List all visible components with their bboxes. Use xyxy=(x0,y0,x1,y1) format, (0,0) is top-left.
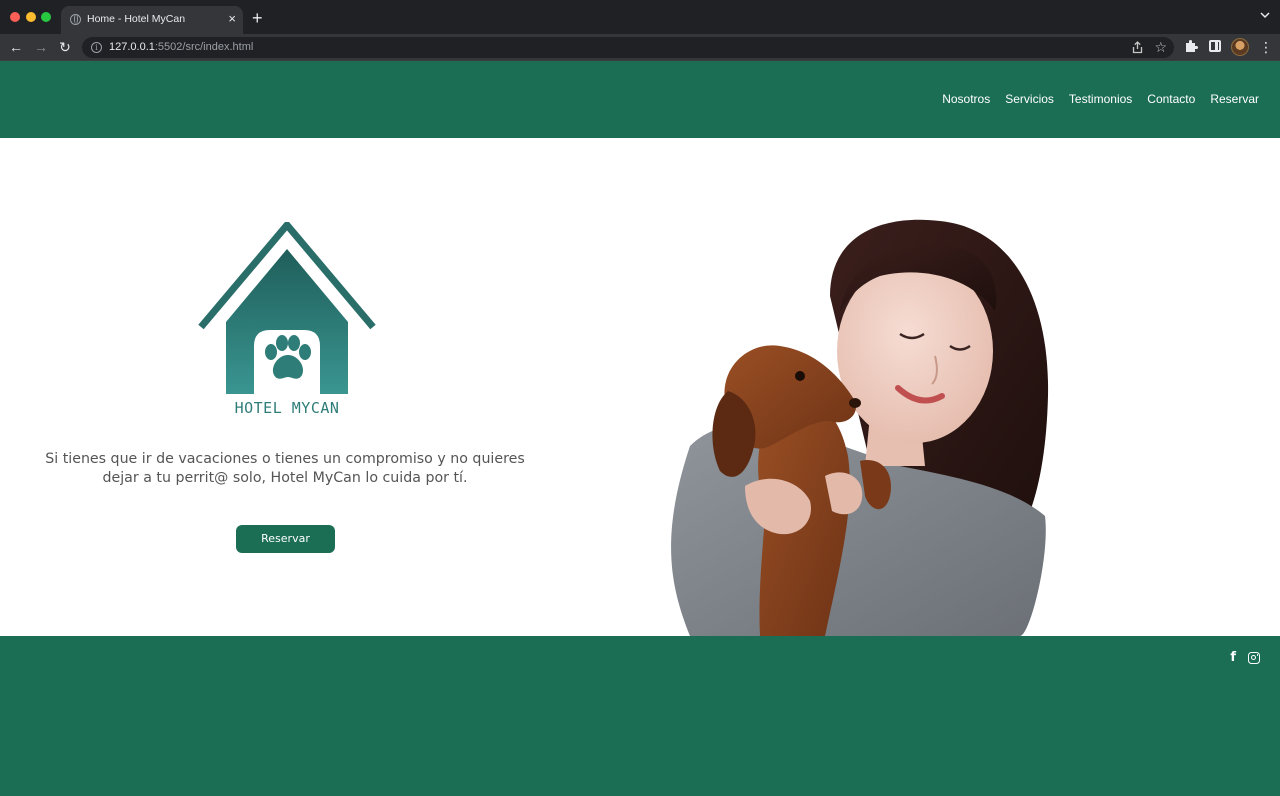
dog-house-icon xyxy=(198,219,376,394)
bookmark-star-icon[interactable]: ☆ xyxy=(1154,39,1167,55)
nav-link-testimonios[interactable]: Testimonios xyxy=(1069,92,1132,106)
close-window-button[interactable] xyxy=(10,12,20,22)
site-footer: f xyxy=(0,636,1280,796)
hotel-mycan-logo: HOTEL MYCAN xyxy=(198,219,376,417)
minimize-window-button[interactable] xyxy=(26,12,36,22)
hero-section: HOTEL MYCAN Si tienes que ir de vacacion… xyxy=(0,138,1280,636)
nav-link-nosotros[interactable]: Nosotros xyxy=(942,92,990,106)
social-links: f xyxy=(1230,651,1260,665)
tab-title: Home - Hotel MyCan xyxy=(87,13,186,25)
browser-tab-strip: Home - Hotel MyCan × + xyxy=(0,0,1280,34)
tagline-line-2: dejar a tu perrit@ solo, Hotel MyCan lo … xyxy=(102,470,468,486)
chevron-down-icon[interactable] xyxy=(1260,10,1270,20)
nav-link-contacto[interactable]: Contacto xyxy=(1147,92,1195,106)
info-icon[interactable]: i xyxy=(91,42,102,53)
woman-hugging-dog-photo xyxy=(671,219,1049,636)
logo-text: HOTEL MYCAN xyxy=(234,399,340,417)
hero-tagline: Si tienes que ir de vacaciones o tienes … xyxy=(40,450,530,488)
reservar-button[interactable]: Reservar xyxy=(236,525,335,553)
main-nav: Nosotros Servicios Testimonios Contacto … xyxy=(942,92,1259,106)
instagram-icon[interactable] xyxy=(1248,652,1260,664)
browser-toolbar: ← → ↻ i 127.0.0.1:5502/src/index.html ☆ … xyxy=(0,34,1280,60)
nav-link-servicios[interactable]: Servicios xyxy=(1005,92,1054,106)
back-arrow-icon[interactable]: ← xyxy=(7,38,25,56)
facebook-icon[interactable]: f xyxy=(1230,651,1236,665)
maximize-window-button[interactable] xyxy=(41,12,51,22)
globe-icon xyxy=(70,14,81,25)
nav-link-reservar[interactable]: Reservar xyxy=(1210,92,1259,106)
share-icon[interactable] xyxy=(1131,41,1144,54)
reload-icon[interactable]: ↻ xyxy=(56,38,74,56)
new-tab-button[interactable]: + xyxy=(252,8,263,28)
forward-arrow-icon[interactable]: → xyxy=(32,38,50,56)
extensions-puzzle-icon[interactable] xyxy=(1184,39,1198,53)
close-tab-button[interactable]: × xyxy=(228,11,236,27)
tagline-line-1: Si tienes que ir de vacaciones o tienes … xyxy=(45,451,525,467)
url-text: 127.0.0.1:5502/src/index.html xyxy=(109,41,254,53)
profile-avatar[interactable] xyxy=(1231,38,1249,56)
site-header: Nosotros Servicios Testimonios Contacto … xyxy=(0,61,1280,138)
side-panel-icon[interactable] xyxy=(1209,40,1221,52)
address-bar[interactable]: i 127.0.0.1:5502/src/index.html ☆ xyxy=(82,37,1174,58)
browser-tab-active[interactable]: Home - Hotel MyCan × xyxy=(61,6,243,34)
more-menu-icon[interactable]: ⋮ xyxy=(1259,38,1273,56)
